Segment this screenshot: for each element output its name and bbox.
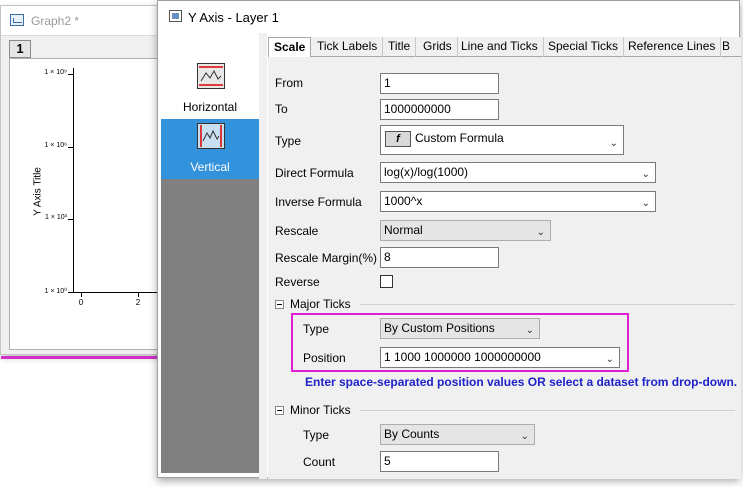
tab-scale[interactable]: Scale xyxy=(268,37,312,58)
horizontal-axis-item[interactable]: Horizontal xyxy=(161,59,259,119)
minor-ticks-title: Minor Ticks xyxy=(290,403,351,417)
y-axis-title[interactable]: Y Axis Title xyxy=(33,142,44,242)
graph-window-border-accent xyxy=(1,356,161,359)
x-tick-mark xyxy=(81,293,82,297)
y-tick-label: 1 × 10⁰ xyxy=(44,288,67,295)
count-input[interactable]: 5 xyxy=(380,451,499,472)
layer-number-button[interactable]: 1 xyxy=(9,40,31,58)
x-tick-mark xyxy=(138,293,139,297)
minor-type-dropdown[interactable]: By Counts ⌄ xyxy=(380,424,535,445)
position-hint-text: Enter space-separated position values OR… xyxy=(305,375,738,389)
tab-strip: Scale Tick Labels Title Grids Line and T… xyxy=(268,37,741,58)
y-tick-mark xyxy=(68,74,73,75)
rescale-margin-input[interactable]: 8 xyxy=(380,247,499,268)
inverse-formula-value: 1000^x xyxy=(384,194,423,208)
custom-formula-icon: f xyxy=(385,131,411,147)
y-tick-mark xyxy=(68,147,73,148)
graph-window-titlebar[interactable]: Graph2 * xyxy=(1,6,161,36)
major-ticks-title: Major Ticks xyxy=(290,297,351,311)
direct-formula-value: log(x)/log(1000) xyxy=(384,165,469,179)
section-divider xyxy=(360,304,735,305)
minor-type-value: By Counts xyxy=(384,427,440,441)
to-label: To xyxy=(275,102,288,116)
tab-reference-lines[interactable]: Reference Lines xyxy=(623,37,722,57)
dialog-icon xyxy=(169,10,182,22)
inverse-formula-combo[interactable]: 1000^x ⌄ xyxy=(380,191,656,212)
panel-separator xyxy=(259,33,267,479)
graph-icon xyxy=(10,14,24,26)
chevron-down-icon: ⌄ xyxy=(641,198,650,209)
tab-title[interactable]: Title xyxy=(383,37,417,57)
major-ticks-header[interactable]: Major Ticks xyxy=(275,297,351,311)
vertical-label: Vertical xyxy=(190,160,230,174)
tab-special-ticks[interactable]: Special Ticks xyxy=(543,37,625,57)
y-tick-label: 1 × 10⁹ xyxy=(44,69,67,76)
tab-overflow[interactable]: B xyxy=(717,37,735,57)
inverse-formula-label: Inverse Formula xyxy=(275,195,362,209)
y-axis-line xyxy=(73,68,74,293)
dialog-title: Y Axis - Layer 1 xyxy=(188,10,279,25)
tab-line-and-ticks[interactable]: Line and Ticks xyxy=(456,37,544,57)
axis-selector-panel: Horizontal Vertical xyxy=(161,59,259,473)
collapse-icon[interactable] xyxy=(275,406,284,415)
minor-ticks-header[interactable]: Minor Ticks xyxy=(275,403,351,417)
rescale-dropdown[interactable]: Normal ⌄ xyxy=(380,220,551,241)
direct-formula-combo[interactable]: log(x)/log(1000) ⌄ xyxy=(380,162,656,183)
dialog-titlebar[interactable]: Y Axis - Layer 1 xyxy=(158,1,739,33)
horizontal-axis-icon xyxy=(197,63,225,89)
type-dropdown[interactable]: f Custom Formula ⌄ xyxy=(380,125,624,155)
section-divider xyxy=(360,410,735,411)
reverse-label: Reverse xyxy=(275,275,320,289)
chevron-down-icon: ⌄ xyxy=(641,169,650,180)
from-input[interactable]: 1 xyxy=(380,73,499,94)
from-label: From xyxy=(275,76,303,90)
x-tick-label: 0 xyxy=(78,298,84,307)
tab-tick-labels[interactable]: Tick Labels xyxy=(312,37,384,57)
tab-grids[interactable]: Grids xyxy=(418,37,458,57)
vertical-axis-item[interactable]: Vertical xyxy=(161,119,259,179)
to-input[interactable]: 1000000000 xyxy=(380,99,499,120)
horizontal-label: Horizontal xyxy=(182,100,238,114)
x-axis-line xyxy=(73,292,163,293)
type-value: Custom Formula xyxy=(415,131,504,145)
x-tick-label: 2 xyxy=(135,298,141,307)
y-axis-dialog: Y Axis - Layer 1 Horizontal Vertical Sca… xyxy=(157,0,741,479)
rescale-label: Rescale xyxy=(275,224,319,238)
type-label: Type xyxy=(275,134,302,148)
major-ticks-highlight-box xyxy=(291,313,629,372)
y-tick-mark xyxy=(68,292,73,293)
chevron-down-icon: ⌄ xyxy=(520,431,529,442)
rescale-value: Normal xyxy=(384,223,423,237)
minor-type-label: Type xyxy=(303,428,330,442)
scale-tab-content: From 1 To 1000000000 Type f Custom Formu… xyxy=(268,57,741,479)
reverse-checkbox[interactable] xyxy=(380,275,393,288)
collapse-icon[interactable] xyxy=(275,300,284,309)
rescale-margin-label: Rescale Margin(%) xyxy=(275,251,378,265)
graph-window-title: Graph2 * xyxy=(31,14,80,28)
direct-formula-label: Direct Formula xyxy=(275,166,354,180)
y-tick-mark xyxy=(68,219,73,220)
chevron-down-icon: ⌄ xyxy=(609,138,618,149)
chevron-down-icon: ⌄ xyxy=(536,227,545,238)
graph-window[interactable]: Graph2 * 1 1 × 10⁹ 1 × 10⁶ 1 × 10³ 1 × 1… xyxy=(0,5,163,359)
vertical-axis-icon xyxy=(197,123,225,149)
count-label: Count xyxy=(303,455,336,469)
